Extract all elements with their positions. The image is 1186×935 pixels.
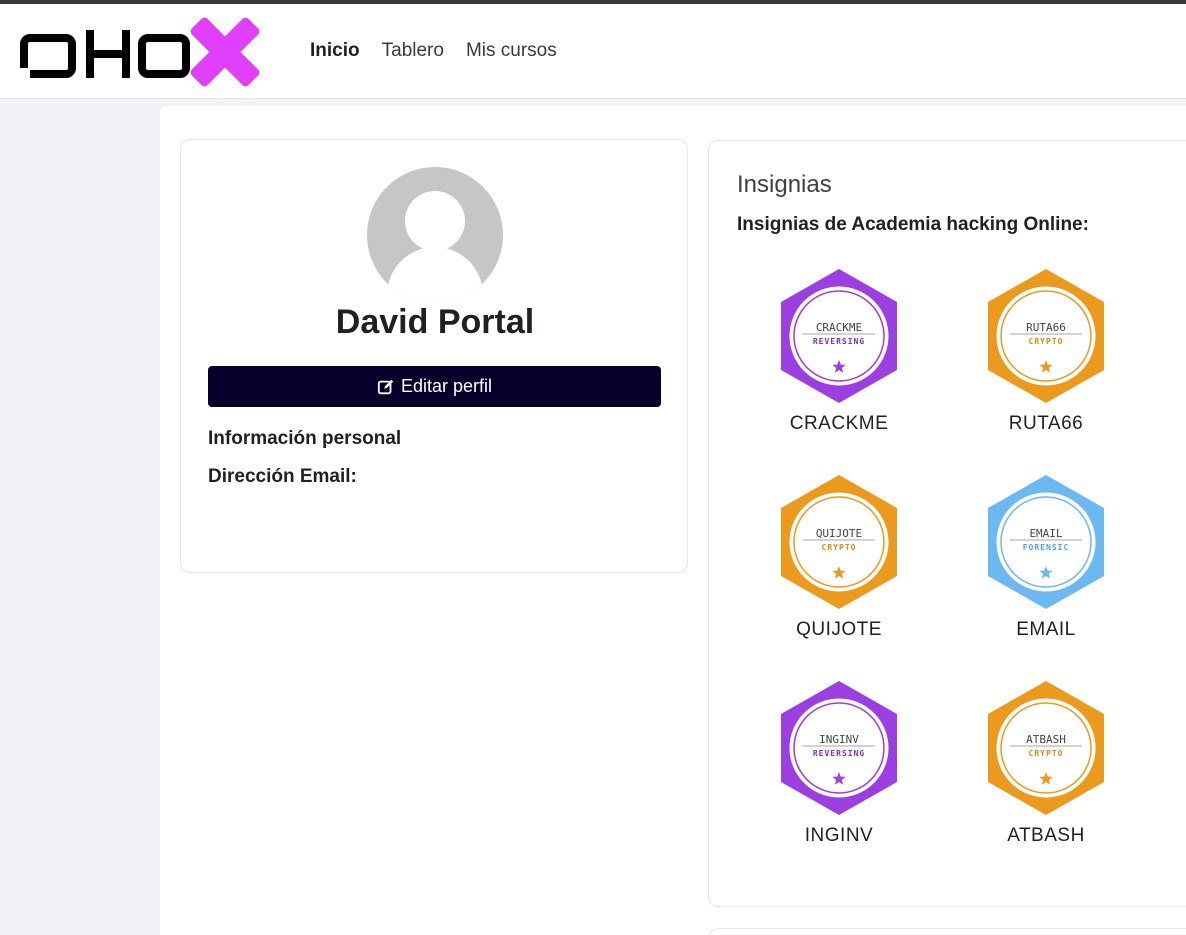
site-logo[interactable] bbox=[20, 16, 264, 88]
badge-label: INGINV bbox=[804, 825, 874, 846]
badge-hexagon-icon: RUTA66 CRYPTO bbox=[988, 269, 1104, 403]
badge-inginv[interactable]: INGINV REVERSING INGINV bbox=[759, 679, 919, 869]
badge-label: QUIJOTE bbox=[796, 619, 882, 640]
badges-subheading: Insignias de Academia hacking Online: bbox=[737, 214, 1089, 235]
badge-ruta66[interactable]: RUTA66 CRYPTO RUTA66 bbox=[966, 267, 1126, 457]
main-nav: Inicio Tablero Mis cursos bbox=[310, 40, 557, 62]
email-label: Dirección Email: bbox=[208, 466, 357, 487]
edit-profile-button[interactable]: Editar perfil bbox=[208, 366, 661, 407]
nav-inicio[interactable]: Inicio bbox=[310, 40, 360, 62]
badges-card: Insignias Insignias de Academia hacking … bbox=[708, 140, 1186, 907]
badge-category: CRYPTO bbox=[1029, 337, 1064, 346]
badge-label: EMAIL bbox=[1016, 619, 1076, 640]
badge-label: ATBASH bbox=[1007, 825, 1085, 846]
badges-heading: Insignias bbox=[737, 171, 832, 198]
badge-title: RUTA66 bbox=[1026, 321, 1066, 334]
badge-label: RUTA66 bbox=[1008, 413, 1084, 434]
badge-title: ATBASH bbox=[1026, 733, 1066, 746]
badge-atbash[interactable]: ATBASH CRYPTO ATBASH bbox=[966, 679, 1126, 869]
edit-profile-label: Editar perfil bbox=[400, 376, 493, 396]
badge-hexagon-icon: EMAIL FORENSIC bbox=[988, 475, 1104, 609]
top-navbar: Inicio Tablero Mis cursos bbox=[0, 4, 1186, 99]
edit-icon bbox=[377, 379, 394, 394]
badge-category: REVERSING bbox=[813, 337, 865, 346]
badge-title: EMAIL bbox=[1029, 527, 1062, 540]
badge-category: REVERSING bbox=[813, 749, 865, 758]
badge-label: CRACKME bbox=[789, 413, 889, 434]
badge-email[interactable]: EMAIL FORENSIC EMAIL bbox=[966, 473, 1126, 663]
badge-category: CRYPTO bbox=[822, 543, 857, 552]
personal-info-heading: Información personal bbox=[208, 428, 402, 449]
badge-hexagon-icon: INGINV REVERSING bbox=[781, 681, 897, 815]
badge-title: INGINV bbox=[819, 733, 859, 746]
profile-name: David Portal bbox=[335, 303, 535, 341]
badge-category: CRYPTO bbox=[1029, 749, 1064, 758]
badge-hexagon-icon: CRACKME REVERSING bbox=[781, 269, 897, 403]
badge-title: CRACKME bbox=[816, 321, 862, 334]
avatar bbox=[367, 167, 503, 303]
nav-tablero[interactable]: Tablero bbox=[382, 40, 444, 62]
badge-quijote[interactable]: QUIJOTE CRYPTO QUIJOTE bbox=[759, 473, 919, 663]
logo-icon bbox=[20, 17, 260, 87]
nav-mis-cursos[interactable]: Mis cursos bbox=[466, 40, 557, 62]
avatar-head-shape bbox=[405, 191, 465, 251]
badge-hexagon-icon: ATBASH CRYPTO bbox=[988, 681, 1104, 815]
badge-category: FORENSIC bbox=[1023, 543, 1070, 552]
badge-hexagon-icon: QUIJOTE CRYPTO bbox=[781, 475, 897, 609]
avatar-body-shape bbox=[387, 247, 483, 303]
lower-card bbox=[708, 928, 1186, 935]
profile-card: David Portal Editar perfil Información p… bbox=[180, 139, 688, 573]
badge-title: QUIJOTE bbox=[816, 527, 862, 540]
badge-crackme[interactable]: CRACKME REVERSING CRACKME bbox=[759, 267, 919, 457]
